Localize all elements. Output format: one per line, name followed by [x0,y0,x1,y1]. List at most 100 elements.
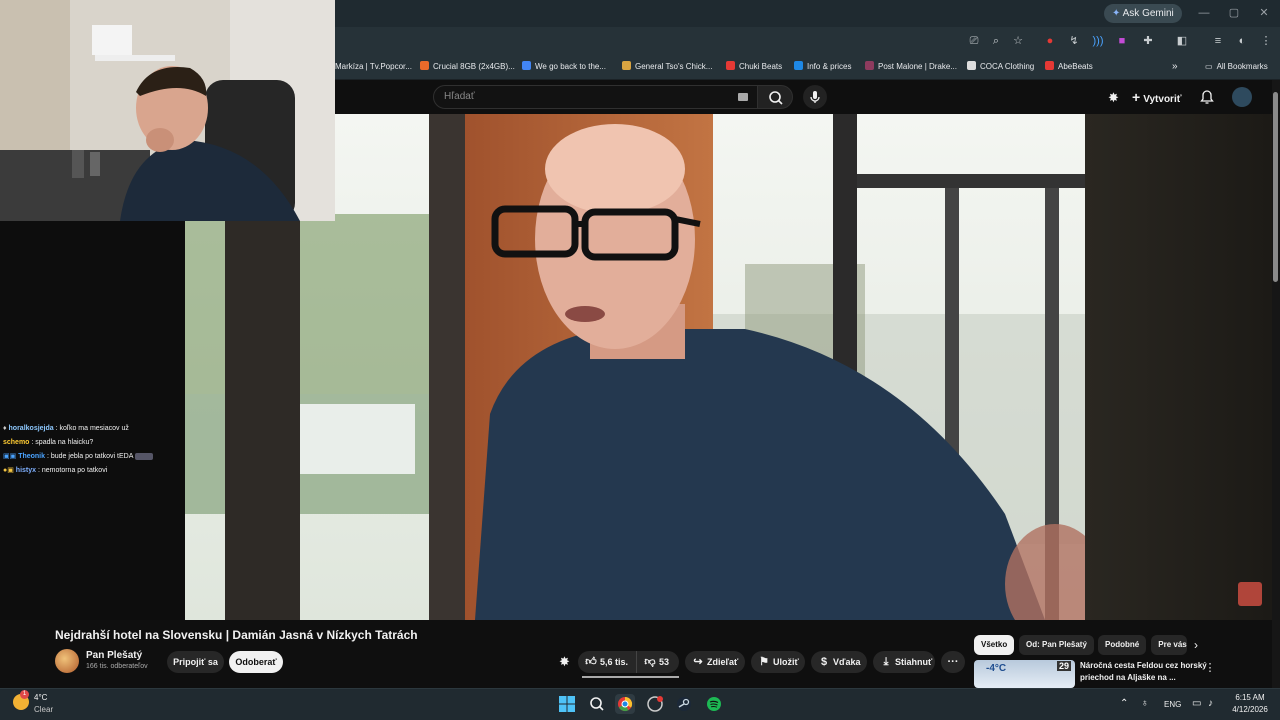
chat-message: ▣▣ Theonik : bude jebla po tatkovi tEDA [3,452,153,462]
notification-badge: 1 [20,690,29,699]
bookmark-item[interactable]: Chuki Beats [726,59,782,75]
voice-search-button[interactable] [803,85,827,109]
clock-time[interactable]: 6:15 AM [1230,693,1270,702]
gemini-icon: ✦ [1112,8,1121,19]
thumbs-down-icon: 👎︎ [644,656,656,668]
save-button[interactable]: ⚑ Uložiť [751,651,805,673]
extension-icon[interactable]: ↯ [1066,33,1082,49]
star-icon[interactable]: ☆ [1010,33,1026,49]
minimize-icon[interactable]: — [1196,5,1212,21]
extension-purple-icon[interactable]: ■ [1114,33,1130,49]
chat-message: schemo : spadla na hlaicku? [3,438,93,448]
chat-username: histyx [15,467,37,474]
like-button[interactable]: 👍︎ 5,6 tis. [578,651,636,673]
channel-avatar[interactable] [55,649,79,673]
google-favicon [522,61,531,70]
gear-icon[interactable]: ✸ [559,654,575,670]
speaker-icon[interactable]: ♪ [1208,698,1220,710]
create-button[interactable]: + Vytvoriť [1132,87,1182,107]
spotify-taskbar-button[interactable] [704,694,724,714]
steam-taskbar-button[interactable] [674,694,694,714]
chrome-taskbar-button[interactable] [615,694,635,714]
chip-for-you[interactable]: Pre vás [1151,635,1187,655]
language-indicator[interactable]: ENG [1164,700,1181,709]
chat-message: ♦ horalkosjejda : koľko ma mesiacov už [3,424,129,434]
bookmark-label: Post Malone | Drake... [878,62,957,71]
extension-record-icon[interactable]: ● [1042,33,1058,49]
folder-icon: ▭ [1205,62,1213,71]
download-button[interactable]: ⤓ Stiahnuť [873,651,935,673]
reading-list-icon[interactable]: ≡ [1210,33,1226,49]
bookmark-item[interactable]: Markíza | Tv.Popcor... [335,59,412,75]
bookmark-item[interactable]: COCA Clothing [967,59,1034,75]
keyboard-icon[interactable] [738,93,748,101]
ambient-backdrop [1085,114,1272,620]
bookmark-item[interactable]: Crucial 8GB (2x4GB)... [420,59,515,75]
like-count: 5,6 tis. [600,657,629,667]
more-actions-icon[interactable]: ··· [941,651,965,673]
bookmark-label: General Tso's Chick... [635,62,713,71]
maximize-icon[interactable]: ▢ [1226,5,1242,21]
bookmarks-overflow-icon[interactable]: » [1172,59,1178,75]
start-button[interactable] [557,694,577,714]
share-icon: ↪ [693,656,703,668]
bookmark-favicon [967,61,976,70]
sidepanel-icon[interactable]: ◧ [1174,33,1190,49]
network-icon[interactable]: ▭ [1192,698,1204,710]
download-label: Stiahnuť [895,657,933,667]
ask-gemini-button[interactable]: ✦ Ask Gemini [1104,4,1182,23]
bookmark-item[interactable]: AbeBeats [1045,59,1093,75]
chat-message: ●▣ histyx : nemotorna po tatkovi [3,466,107,476]
weather-condition: Clear [34,705,54,714]
profile-icon[interactable]: ◐ [1234,33,1250,49]
thanks-label: Vďaka [833,657,861,667]
channel-name[interactable]: Pan Plešatý [86,650,142,661]
gear-icon[interactable]: ✸ [1108,90,1124,106]
related-video-thumbnail[interactable]: -4°C 29 [974,660,1075,688]
subscribe-button[interactable]: Odoberať [229,651,283,673]
bookmark-item[interactable]: Post Malone | Drake... [865,59,957,75]
extension-blue-icon[interactable]: ))) [1090,33,1106,49]
chip-from-channel[interactable]: Od: Pan Plešatý [1019,635,1094,655]
app-taskbar-button[interactable] [645,694,665,714]
bookmark-item[interactable]: Info & prices [794,59,851,75]
bookmark-item[interactable]: We go back to the... [522,59,606,75]
windows-logo-icon [559,696,575,712]
all-bookmarks-button[interactable]: ▭ All Bookmarks [1205,59,1268,75]
clock-date[interactable]: 4/12/2026 [1226,705,1274,714]
search-input[interactable]: Hľadať [433,85,758,109]
bookmark-favicon [865,61,874,70]
extensions-puzzle-icon[interactable]: ✚ [1140,33,1156,49]
chat-text: : koľko ma mesiacov už [55,425,129,432]
webcam-overlay [0,0,335,221]
bookmark-item[interactable]: General Tso's Chick... [622,59,712,75]
thanks-icon: $ [820,656,828,668]
cast-icon[interactable]: ⎚ [966,33,982,49]
chip-all[interactable]: Všetko [974,635,1015,655]
search-icon [590,697,604,711]
menu-icon[interactable]: ⋮ [1258,33,1274,49]
microphone-icon[interactable]: ♁ [1141,698,1153,710]
chat-text: : nemotorna po tatkovi [37,467,108,474]
create-label: Vytvoriť [1143,94,1182,105]
chip-similar[interactable]: Podobné [1098,635,1147,655]
chevron-up-icon[interactable]: ⌃ [1120,698,1132,710]
more-vertical-icon[interactable]: ⋮ [1204,661,1216,675]
all-bookmarks-label: All Bookmarks [1216,62,1268,71]
chevron-right-icon[interactable]: › [1194,638,1208,652]
avatar[interactable] [1232,87,1252,107]
search-button[interactable] [757,85,793,109]
bookmark-favicon [420,61,429,70]
thanks-button[interactable]: $ Vďaka [811,651,867,673]
dislike-button[interactable]: 👎︎ 53 [636,651,679,673]
taskbar-search-button[interactable] [587,694,607,714]
scrollbar-thumb[interactable] [1273,92,1278,282]
related-video-title[interactable]: Náročná cesta Feldou cez horský priechod… [1080,660,1210,684]
share-button[interactable]: ↪ Zdieľať [685,651,745,673]
chat-text: : bude jebla po tatkovi tEDA [46,453,133,460]
close-icon[interactable]: ✕ [1256,5,1272,21]
badge-icon: ●▣ [3,467,14,474]
join-button[interactable]: Pripojiť sa [167,651,224,673]
notifications-button[interactable] [1198,88,1216,106]
zoom-icon[interactable]: ⌕ [988,33,1004,49]
